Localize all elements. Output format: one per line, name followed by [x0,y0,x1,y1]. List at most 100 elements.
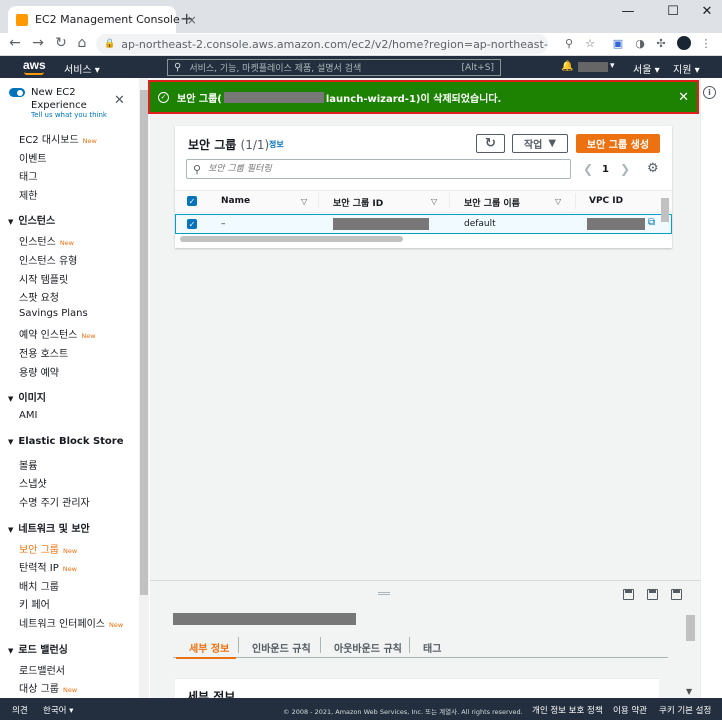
refresh-button[interactable]: ↻ [476,134,505,153]
sidebar-section-header[interactable]: ▼ Elastic Block Store [8,436,124,447]
bell-icon[interactable]: 🔔 [561,61,573,72]
forward-arrow-icon[interactable]: → [29,35,47,51]
extension-p-icon[interactable]: ▣ [610,37,626,50]
language-selector[interactable]: 한국어 ▾ [43,704,73,716]
reload-icon[interactable]: ↻ [52,35,70,51]
sidebar-item[interactable]: 네트워크 인터페이스 New [19,615,123,630]
table-vscroll-thumb[interactable] [661,198,669,222]
feedback-link[interactable]: Tell us what you think [31,111,107,119]
col-name-header[interactable]: Name [221,196,250,206]
sidebar-item[interactable]: EC2 대시보드 New [19,131,97,146]
pane-full-icon[interactable] [671,589,682,600]
browser-tab[interactable]: EC2 Management Console × [8,6,197,33]
sort-icon[interactable]: ▽ [431,197,437,206]
info-icon[interactable]: i [703,86,716,99]
home-icon[interactable]: ⌂ [73,35,91,51]
puzzle-icon[interactable]: ✣ [653,37,669,50]
sidebar-item[interactable]: 예약 인스턴스 New [19,326,96,341]
sidebar-item[interactable]: 시작 템플릿 [19,271,68,286]
sidebar-section-header[interactable]: ▼ 로드 밸런싱 [8,641,68,656]
bookmark-star-icon[interactable]: ☆ [582,37,598,50]
sidebar-item[interactable]: 용량 예약 [19,364,59,379]
global-search-input[interactable]: ⚲ 서비스, 기능, 마켓플레이스 제품, 설명서 검색 [Alt+S] [167,59,501,76]
account-menu-redacted[interactable] [578,62,608,72]
region-selector[interactable]: 서울 ▾ [633,61,660,76]
sort-icon[interactable]: ▽ [301,197,307,206]
sidebar-item[interactable]: 스팟 요청 [19,289,59,304]
redacted-group-id[interactable] [333,218,429,230]
sidebar-section-header[interactable]: ▼ 인스턴스 [8,212,55,227]
minimize-button[interactable]: — [617,4,639,19]
tab-inbound-rules[interactable]: 인바운드 규칙 [252,640,311,655]
extension-icon[interactable]: ◑ [632,37,648,50]
new-tab-button[interactable]: + [180,9,193,28]
sidebar-item[interactable]: 볼륨 [19,457,37,472]
support-menu[interactable]: 지원 ▾ [673,61,700,76]
actions-button[interactable]: 작업 ▼ [512,134,568,153]
sidebar-item[interactable]: 로드밸런서 [19,662,65,677]
redacted-vpc-id[interactable] [587,218,645,230]
close-icon[interactable]: ✕ [114,93,125,108]
maximize-button[interactable]: ☐ [662,4,684,19]
row-checkbox[interactable]: ✓ [187,219,197,229]
detail-scroll-thumb[interactable] [686,615,695,641]
gear-icon[interactable]: ⚙ [647,161,659,176]
sidebar-section-header[interactable]: ▼ 이미지 [8,389,46,404]
feedback-link[interactable]: 의견 [12,704,28,716]
close-window-button[interactable]: ✕ [696,4,718,19]
info-link[interactable]: 정보 [269,139,284,150]
prev-page-icon[interactable]: ❮ [583,162,593,176]
table-hscroll-thumb[interactable] [180,236,403,242]
sidebar-item[interactable]: 인스턴스 New [19,233,74,248]
selection-count: (1/1) [240,138,270,152]
filter-box[interactable]: ⚲ [186,159,571,179]
close-icon[interactable]: ✕ [678,90,689,105]
zoom-icon[interactable]: ⚲ [561,37,577,50]
profile-avatar[interactable] [677,36,691,50]
tab-outbound-rules[interactable]: 아웃바운드 규칙 [334,640,402,655]
col-vpc-id-header[interactable]: VPC ID [589,196,623,206]
select-all-checkbox[interactable]: ✓ [187,196,197,206]
sidebar-item[interactable]: 스냅샷 [19,475,47,490]
tab-tags[interactable]: 태그 [423,640,441,655]
cookie-preferences-link[interactable]: 쿠키 기본 설정 [659,704,711,716]
sidebar-item[interactable]: 제한 [19,187,37,202]
col-group-name-header[interactable]: 보안 그룹 이름 [464,196,520,209]
services-menu[interactable]: 서비스 ▾ [64,61,100,76]
sidebar-item[interactable]: 수명 주기 관리자 [19,494,90,509]
privacy-link[interactable]: 개인 정보 보호 정책 [532,704,603,716]
sidebar-item[interactable]: 태그 [19,168,37,183]
sidebar-item[interactable]: 보안 그룹 New [19,541,77,556]
page-number[interactable]: 1 [602,164,609,175]
sidebar-item[interactable]: 이벤트 [19,150,47,165]
drag-handle-icon[interactable] [378,592,390,595]
sidebar-item[interactable]: 인스턴스 유형 [19,252,77,267]
account-caret-icon[interactable]: ▾ [610,61,615,71]
create-security-group-button[interactable]: 보안 그룹 생성 [576,134,660,153]
col-group-id-header[interactable]: 보안 그룹 ID [333,196,383,209]
sidebar-item[interactable]: 배치 그룹 [19,578,59,593]
sidebar-item[interactable]: 키 페어 [19,596,50,611]
pane-bottom-icon[interactable] [623,589,634,600]
new-experience-toggle[interactable] [9,88,25,97]
split-pane-divider[interactable] [150,580,700,590]
tab-details[interactable]: 세부 정보 [189,640,229,655]
sidebar-item[interactable]: 대상 그룹 New [19,680,77,695]
sidebar-item[interactable]: 탄력적 IP New [19,559,77,574]
menu-kebab-icon[interactable]: ⋮ [698,37,714,50]
aws-logo[interactable]: aws [23,58,46,72]
filter-input[interactable] [208,164,570,174]
external-link-icon[interactable]: ⧉ [648,217,655,228]
url-omnibox[interactable]: 🔒 ap-northeast-2.console.aws.amazon.com/… [96,34,548,54]
sidebar-section-header[interactable]: ▼ 네트워크 및 보안 [8,520,90,535]
back-arrow-icon[interactable]: ← [6,35,24,51]
sidebar-item[interactable]: 전용 호스트 [19,345,68,360]
scroll-down-icon[interactable]: ▼ [686,687,692,696]
next-page-icon[interactable]: ❯ [620,162,630,176]
sidebar-scroll-thumb[interactable] [140,90,148,595]
pane-split-icon[interactable] [647,589,658,600]
sidebar-item[interactable]: AMI [19,410,37,421]
sort-icon[interactable]: ▽ [555,197,561,206]
terms-link[interactable]: 이용 약관 [613,704,647,716]
sidebar-item[interactable]: Savings Plans [19,308,88,319]
